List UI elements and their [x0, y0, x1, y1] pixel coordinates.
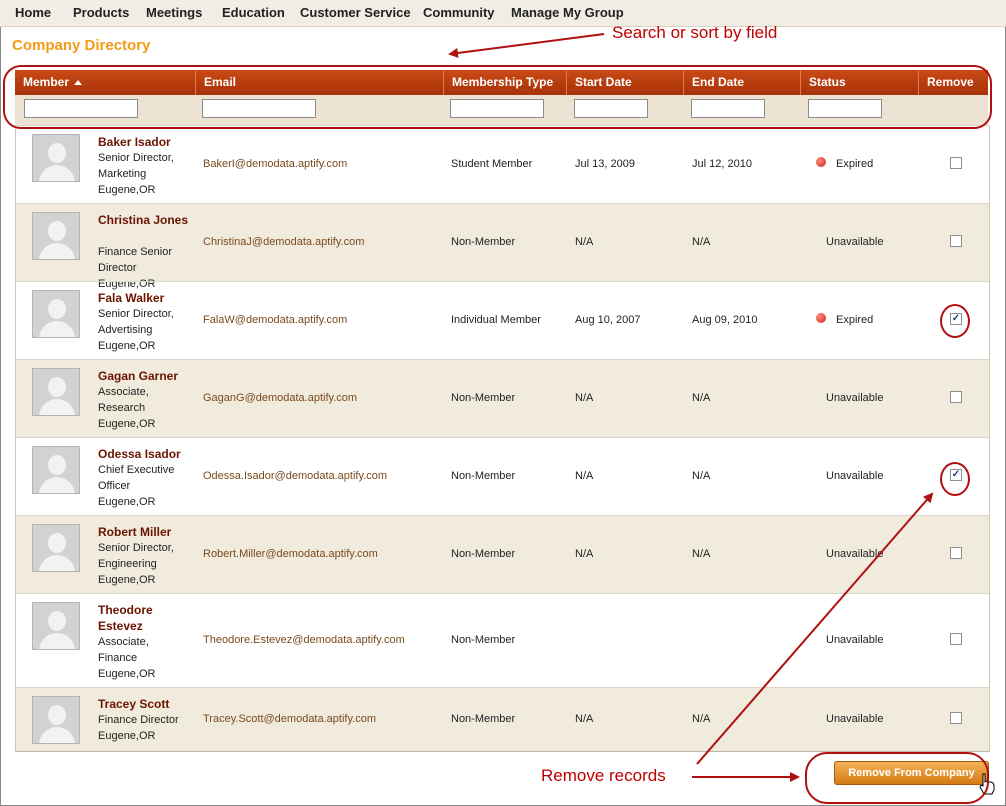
arrow-to-header [448, 33, 605, 58]
arrow-to-checkbox [696, 492, 934, 765]
annotation-arrows [448, 33, 934, 782]
